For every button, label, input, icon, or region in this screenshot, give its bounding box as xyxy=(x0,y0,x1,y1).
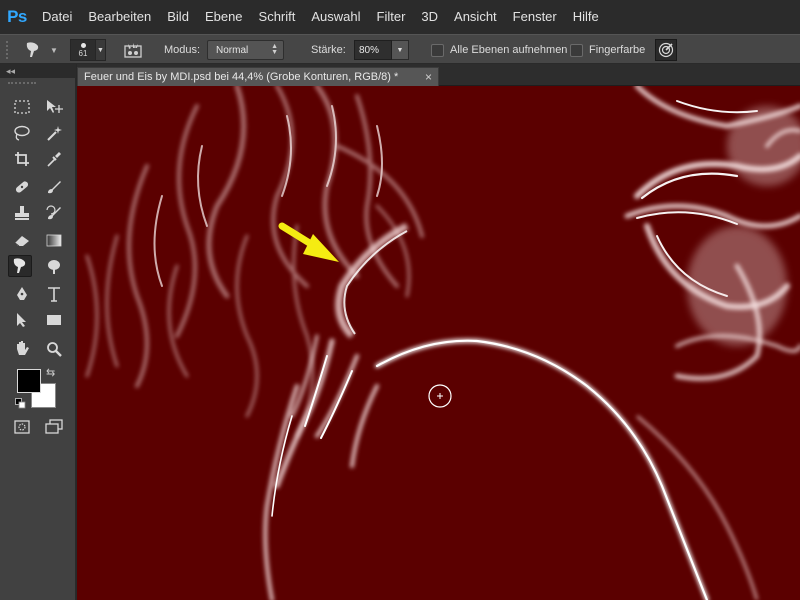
pen-icon xyxy=(17,287,27,300)
magic-wand-tool[interactable] xyxy=(42,122,66,144)
mode-label: Modus: xyxy=(164,44,201,56)
brush-panel-button[interactable] xyxy=(124,35,146,65)
path-selection-icon xyxy=(17,313,26,327)
strength-label: Stärke: xyxy=(311,44,346,56)
healing-brush-icon xyxy=(15,181,29,193)
type-tool[interactable] xyxy=(42,283,66,305)
brush-icon xyxy=(48,181,61,194)
history-brush-icon xyxy=(46,205,61,220)
gradient-tool[interactable] xyxy=(42,229,66,251)
up-down-arrows-icon: ▲ ▼ xyxy=(271,43,278,56)
rectangle-tool[interactable] xyxy=(42,309,66,331)
crop-tool[interactable] xyxy=(10,148,34,170)
chevron-down-icon: ▼ xyxy=(96,39,106,61)
tool-preset-picker[interactable]: ▼ xyxy=(20,35,64,65)
menu-hilfe[interactable]: Hilfe xyxy=(565,0,607,34)
menu-schrift[interactable]: Schrift xyxy=(251,0,304,34)
document-tab-bar: Feuer und Eis by MDI.psd bei 44,4% (Grob… xyxy=(77,64,800,86)
photoshop-logo: Ps xyxy=(7,7,27,26)
brush-size-value: 61 xyxy=(78,48,88,58)
options-bar: ▼ 61 ▼ Modus: Normal ▲▼ Stärke: ▼ Alle E… xyxy=(0,34,800,64)
screen-mode-button[interactable] xyxy=(42,416,66,438)
dodge-tool[interactable] xyxy=(42,255,66,277)
chevron-down-icon: ▼ xyxy=(396,46,404,54)
strength-dropdown-button[interactable]: ▼ xyxy=(392,40,409,60)
sample-all-layers-label: Alle Ebenen aufnehmen xyxy=(450,44,568,56)
tablet-pressure-button[interactable] xyxy=(655,39,677,61)
menu-bild[interactable]: Bild xyxy=(159,0,197,34)
brush-tool[interactable] xyxy=(42,176,66,198)
type-icon xyxy=(48,287,60,302)
menu-filter[interactable]: Filter xyxy=(369,0,414,34)
tablet-pressure-icon xyxy=(658,42,674,58)
menu-fenster[interactable]: Fenster xyxy=(505,0,565,34)
finger-painting-option[interactable]: Fingerfarbe xyxy=(570,43,646,57)
chevron-down-icon: ▼ xyxy=(50,45,58,55)
sample-all-layers-checkbox[interactable] xyxy=(431,43,444,57)
lasso-icon xyxy=(14,125,30,141)
lasso-tool[interactable] xyxy=(10,122,34,144)
eraser-icon xyxy=(14,236,29,247)
dodge-icon xyxy=(48,260,60,274)
zoom-icon xyxy=(47,342,62,357)
rectangle-icon xyxy=(47,315,61,325)
close-icon[interactable]: × xyxy=(425,70,432,84)
path-selection-tool[interactable] xyxy=(10,309,34,331)
brush-size-picker[interactable]: 61 ▼ xyxy=(70,35,110,65)
canvas[interactable] xyxy=(77,86,800,600)
smudge-tool[interactable] xyxy=(8,255,32,277)
toolbox-collapse-button[interactable]: ◂◂ xyxy=(0,64,76,78)
menu-datei[interactable]: Datei xyxy=(34,0,80,34)
move-tool[interactable] xyxy=(42,96,66,118)
smudge-icon xyxy=(13,258,26,273)
default-colors-icon[interactable] xyxy=(15,398,26,409)
mode-value: Normal xyxy=(216,44,249,56)
hand-tool[interactable] xyxy=(10,338,34,360)
magic-wand-icon xyxy=(47,126,62,141)
document-tab-title: Feuer und Eis by MDI.psd bei 44,4% (Grob… xyxy=(84,71,399,83)
menu-3d[interactable]: 3D xyxy=(413,0,446,34)
marquee-icon xyxy=(14,100,30,114)
smudge-tool-icon xyxy=(20,39,46,61)
marquee-tool[interactable] xyxy=(10,96,34,118)
menu-auswahl[interactable]: Auswahl xyxy=(303,0,368,34)
zoom-tool[interactable] xyxy=(42,338,66,360)
move-icon xyxy=(47,100,63,113)
brush-tip-icon xyxy=(80,42,86,48)
toolbox: ◂◂ ⇆ xyxy=(0,64,76,600)
quick-mask-icon xyxy=(14,420,30,434)
brush-panel-icon xyxy=(124,43,142,58)
eyedropper-tool[interactable] xyxy=(42,148,66,170)
menu-ansicht[interactable]: Ansicht xyxy=(446,0,505,34)
finger-painting-checkbox[interactable] xyxy=(570,43,583,57)
toolbox-gripper[interactable] xyxy=(8,82,36,85)
options-bar-gripper[interactable] xyxy=(6,41,10,59)
healing-brush-tool[interactable] xyxy=(10,176,34,198)
canvas-artwork xyxy=(77,86,800,600)
screen-mode-icon xyxy=(45,419,63,434)
sample-all-layers-option[interactable]: Alle Ebenen aufnehmen xyxy=(431,43,568,57)
eyedropper-icon xyxy=(47,152,61,167)
quick-mask-button[interactable] xyxy=(10,416,34,438)
menu-bearbeiten[interactable]: Bearbeiten xyxy=(80,0,159,34)
pen-tool[interactable] xyxy=(10,283,34,305)
finger-painting-label: Fingerfarbe xyxy=(589,44,646,56)
crop-icon xyxy=(15,152,29,166)
mode-select[interactable]: Normal ▲ ▼ xyxy=(207,40,284,60)
foreground-color-swatch[interactable] xyxy=(17,369,41,393)
menu-ebene[interactable]: Ebene xyxy=(197,0,251,34)
clone-stamp-icon xyxy=(15,206,29,220)
hand-icon xyxy=(17,341,29,355)
history-brush-tool[interactable] xyxy=(42,202,66,224)
document-tab[interactable]: Feuer und Eis by MDI.psd bei 44,4% (Grob… xyxy=(77,67,439,86)
brush-preview: 61 xyxy=(70,39,96,61)
clone-stamp-tool[interactable] xyxy=(10,202,34,224)
gradient-icon xyxy=(46,234,62,247)
eraser-tool[interactable] xyxy=(10,229,34,251)
menu-bar: Ps Datei Bearbeiten Bild Ebene Schrift A… xyxy=(0,0,800,34)
swap-colors-icon[interactable]: ⇆ xyxy=(46,366,55,379)
strength-input[interactable] xyxy=(354,40,392,60)
